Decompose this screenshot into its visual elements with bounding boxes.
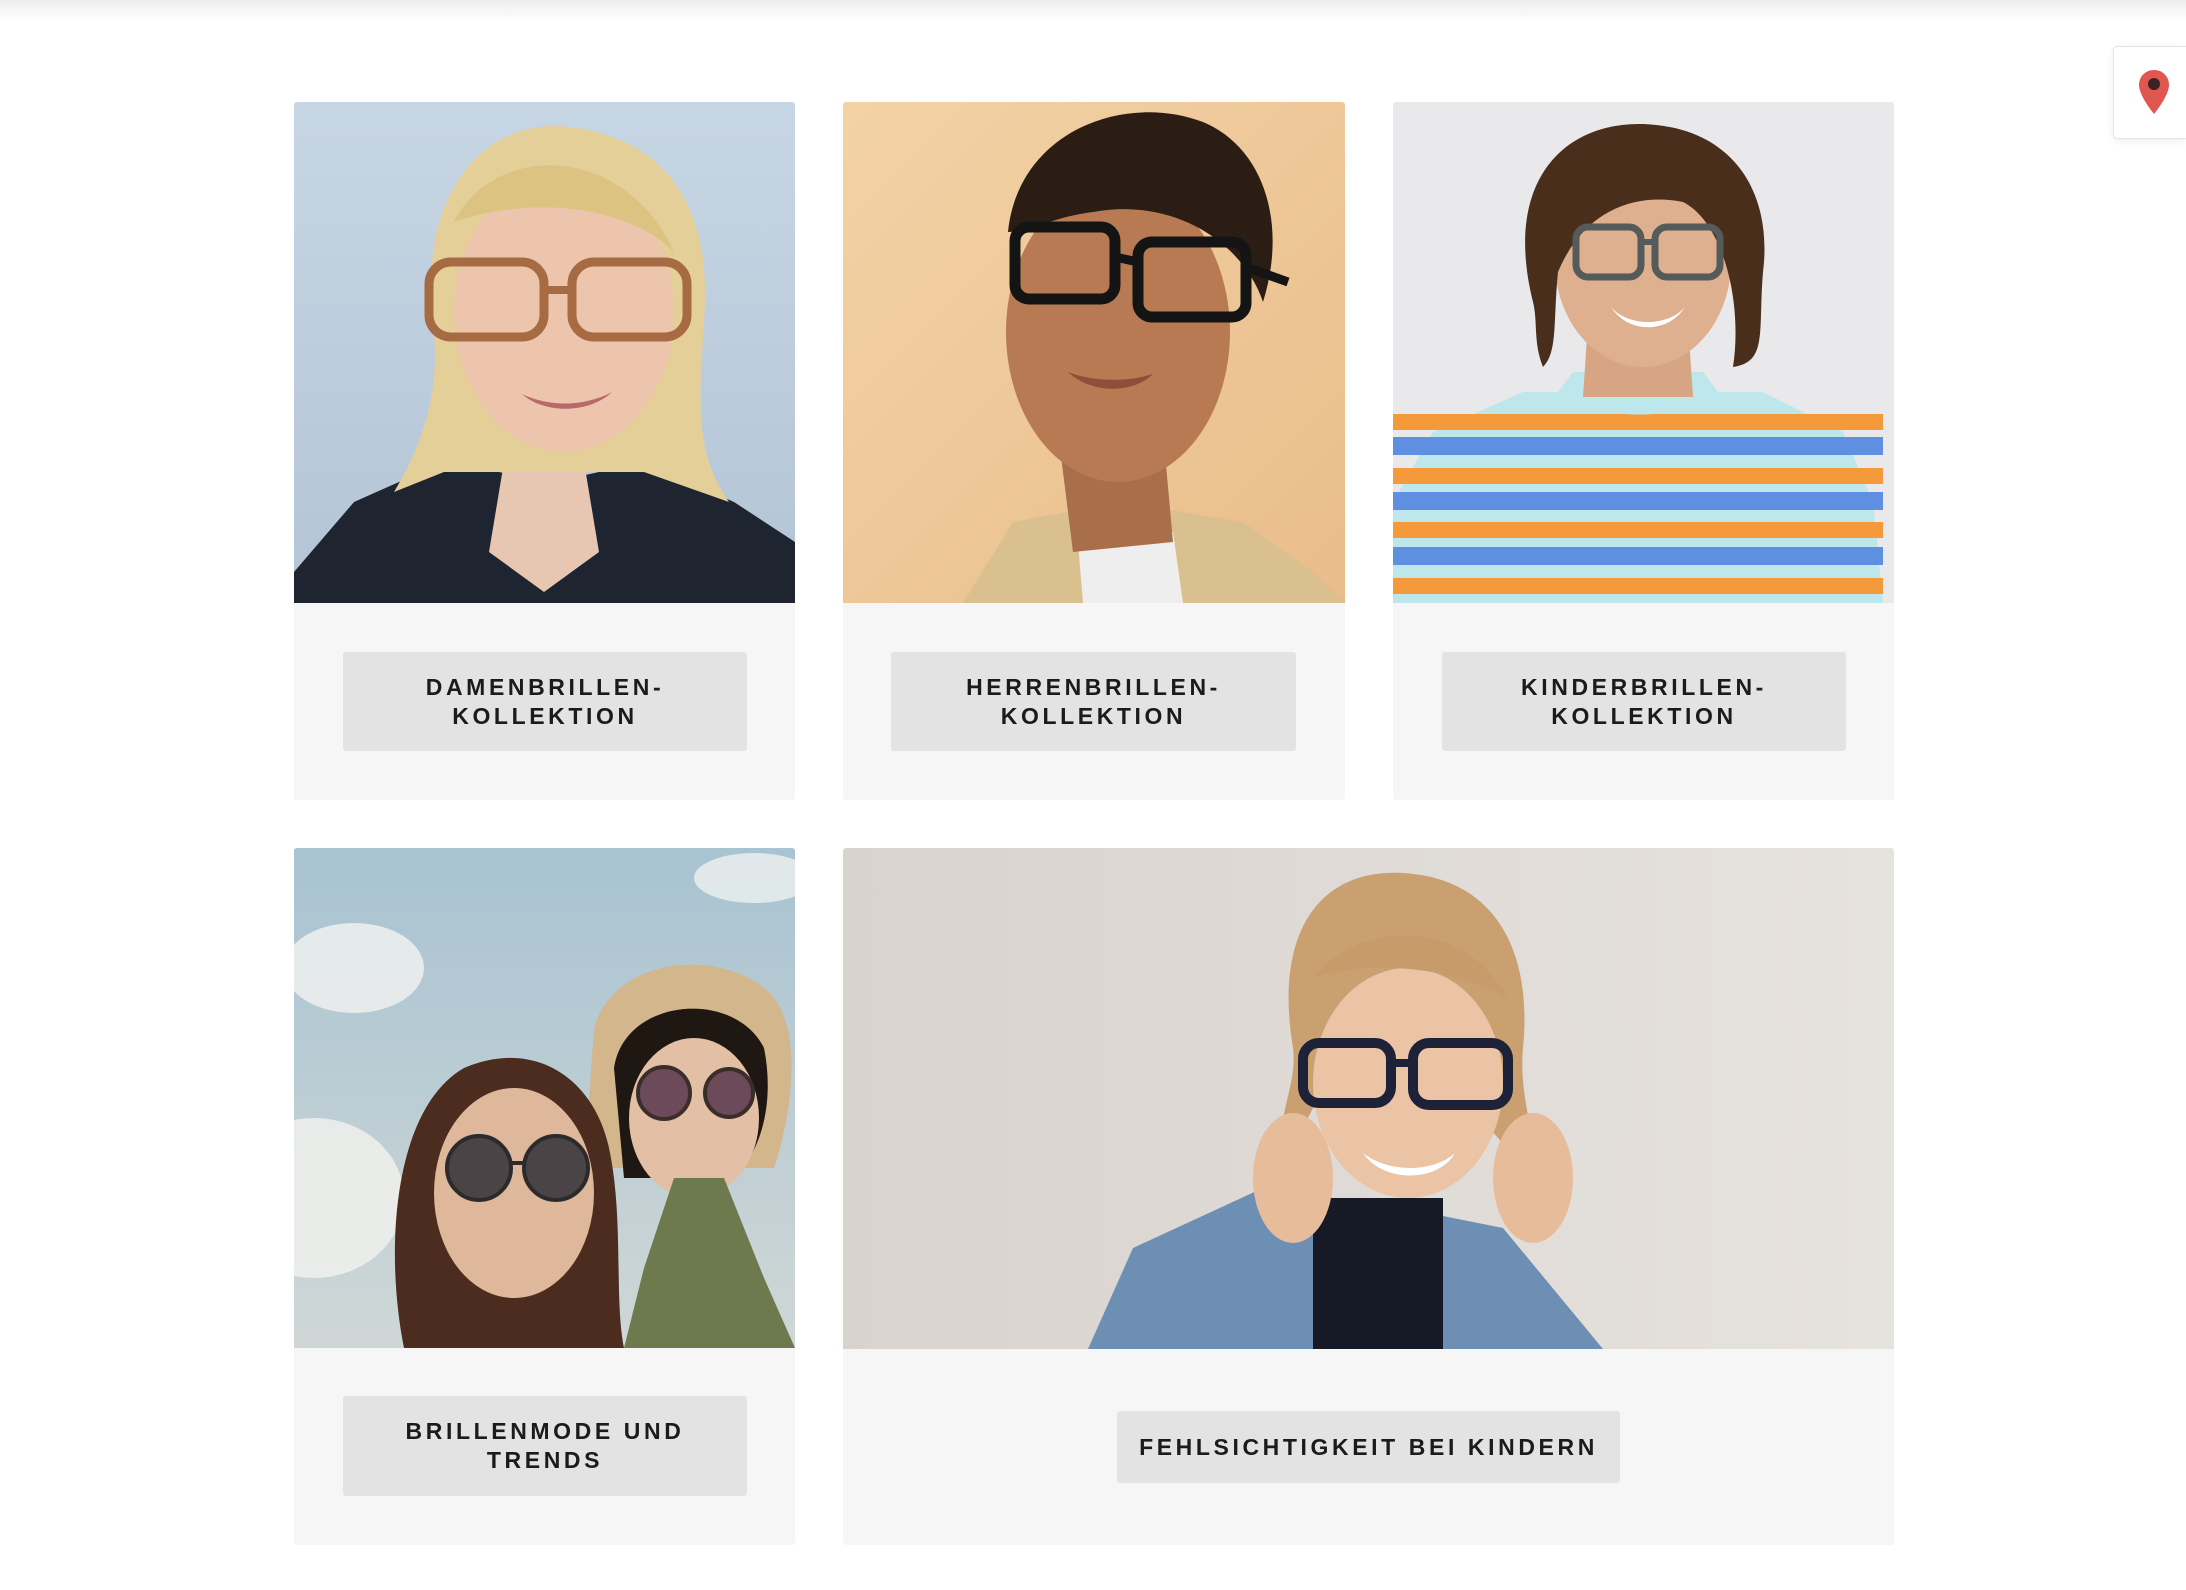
women-with-sunglasses-photo[interactable] <box>294 848 795 1348</box>
kinderbrillen-kollektion-label: KINDERBRILLEN- KOLLEKTION <box>1521 673 1767 729</box>
kinderbrillen-kollektion-button[interactable]: KINDERBRILLEN- KOLLEKTION <box>1442 652 1846 751</box>
card-fehlsichtigkeit-kinder[interactable]: FEHLSICHTIGKEIT BEI KINDERN <box>843 848 1894 1545</box>
card-damenbrillen[interactable]: DAMENBRILLEN- KOLLEKTION <box>294 102 795 800</box>
fehlsichtigkeit-kindern-label: FEHLSICHTIGKEIT BEI KINDERN <box>1139 1433 1598 1460</box>
card-herrenbrillen[interactable]: HERRENBRILLEN- KOLLEKTION <box>843 102 1345 800</box>
damenbrillen-kollektion-button[interactable]: DAMENBRILLEN- KOLLEKTION <box>343 652 747 751</box>
map-pin-icon <box>2139 70 2169 114</box>
card-brillenmode-trends[interactable]: BRILLENMODE UND TRENDS <box>294 848 795 1545</box>
herrenbrillen-kollektion-button[interactable]: HERRENBRILLEN- KOLLEKTION <box>891 652 1296 751</box>
woman-with-glasses-photo[interactable] <box>294 102 795 603</box>
page: DAMENBRILLEN- KOLLEKTION HERRENBRILLEN- … <box>0 0 2186 1590</box>
herrenbrillen-kollektion-label: HERRENBRILLEN- KOLLEKTION <box>966 673 1221 729</box>
brillenmode-trends-label: BRILLENMODE UND TRENDS <box>405 1418 685 1473</box>
header-shadow <box>0 0 2186 22</box>
damenbrillen-kollektion-label: DAMENBRILLEN- KOLLEKTION <box>425 673 665 729</box>
store-locator-tab[interactable] <box>2113 46 2186 139</box>
fehlsichtigkeit-kindern-button[interactable]: FEHLSICHTIGKEIT BEI KINDERN <box>1117 1411 1620 1483</box>
brillenmode-trends-button[interactable]: BRILLENMODE UND TRENDS <box>343 1396 747 1496</box>
child-adjusting-glasses-photo[interactable] <box>843 848 1894 1349</box>
child-with-glasses-photo[interactable] <box>1393 102 1894 603</box>
card-kinderbrillen[interactable]: KINDERBRILLEN- KOLLEKTION <box>1393 102 1894 800</box>
man-with-glasses-photo[interactable] <box>843 102 1345 603</box>
